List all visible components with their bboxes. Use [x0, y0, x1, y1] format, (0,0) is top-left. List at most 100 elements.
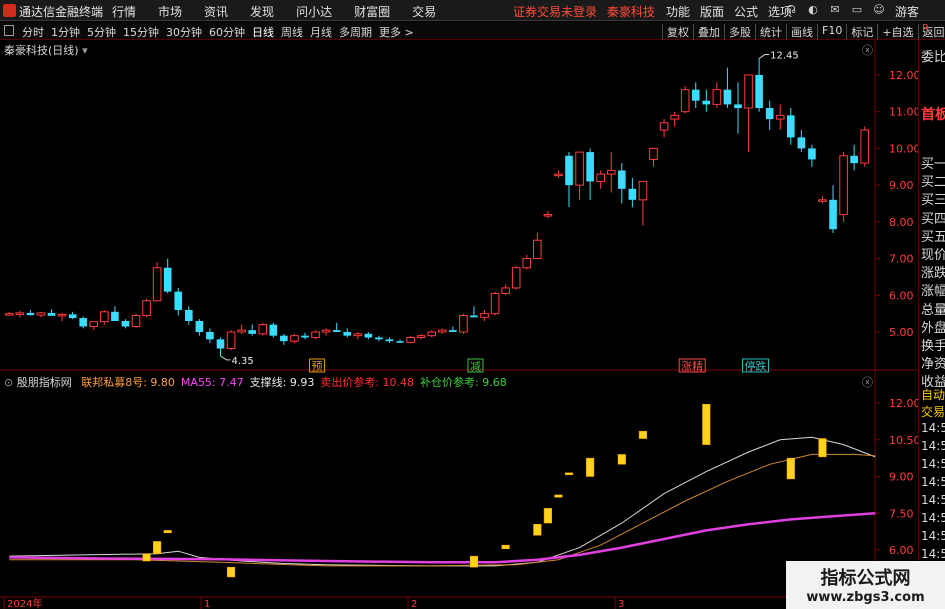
notice-trade-login[interactable]: 证券交易未登录 — [513, 5, 597, 19]
mail-icon[interactable]: ✉ — [824, 3, 846, 16]
candle-body — [47, 312, 56, 316]
candle-body — [216, 339, 225, 349]
tool-overlay[interactable]: 叠加 — [693, 24, 724, 40]
tick-time: 14:56 — [921, 439, 945, 453]
tab-more[interactable]: 更多 > — [379, 24, 414, 40]
candle-body — [353, 333, 363, 337]
indicator-bar — [227, 566, 236, 578]
candle-body — [744, 74, 753, 109]
watermark-url: www.zbgs3.com — [806, 590, 925, 605]
tool-draw-line[interactable]: 画线 — [786, 24, 817, 40]
menu-ask-xiaoda[interactable]: 问小达 — [296, 3, 332, 20]
candle-body — [68, 314, 77, 319]
main-tick-label: 12.00 — [889, 69, 918, 82]
candle-body — [321, 329, 331, 333]
menu-trade[interactable]: 交易 — [412, 3, 436, 20]
menu-market[interactable]: 市场 — [158, 3, 182, 20]
tab-daily[interactable]: 日线 — [252, 24, 274, 40]
indicator-bar — [786, 457, 795, 480]
indicator-bar — [617, 454, 626, 465]
skin-icon[interactable]: ◐ — [802, 3, 824, 16]
private-fund-line — [9, 453, 876, 567]
pane-close-icon[interactable]: ⓧ — [862, 42, 873, 58]
quote-weibi: 委比 — [921, 50, 945, 65]
menu-layout[interactable]: 版面 — [700, 3, 724, 20]
candle-body — [680, 89, 690, 113]
indicator-tick-label: 9.00 — [889, 471, 914, 484]
indicator-legend: 联邦私募8号: 9.80 MA55: 7.47 支撑线: 9.93 卖出价参考: 10… — [75, 376, 507, 389]
menu-bar: 通达信金融终端 行情 市场 资讯 发现 问小达 财富圈 交易 证券交易未登录 秦… — [0, 0, 945, 21]
candle-body — [79, 318, 88, 327]
chart-annotations: 12.45 4.35 预 减 涨精 停跌 — [220, 50, 799, 373]
tab-30min[interactable]: 30分钟 — [166, 24, 202, 40]
candle-body — [490, 292, 500, 315]
x-tick-label: 3 — [618, 599, 624, 609]
tab-intraday[interactable]: 分时 — [22, 24, 44, 40]
candle-body — [206, 332, 214, 340]
chat-icon[interactable]: ▭ — [846, 3, 868, 16]
tool-adjust[interactable]: 复权 — [662, 24, 693, 40]
high-pointer — [758, 53, 770, 59]
quote-row-label: 买五 — [921, 229, 945, 245]
indicator-close-icon[interactable]: ⓧ — [862, 374, 873, 390]
tool-mark[interactable]: 标记 — [846, 24, 877, 40]
quote-row-label: 外盘 — [921, 320, 945, 336]
event-tag-text: 停跌 — [745, 359, 767, 373]
tool-statistics[interactable]: 统计 — [755, 24, 786, 40]
indicator-tick-label: 7.50 — [889, 507, 914, 520]
support-line — [9, 436, 876, 567]
indicator-name[interactable]: 殷朋指标网 — [17, 376, 72, 389]
indicator-bar — [142, 553, 151, 562]
tab-monthly[interactable]: 月线 — [310, 24, 332, 40]
tool-multi-stock[interactable]: 多股 — [724, 24, 755, 40]
menu-discover[interactable]: 发现 — [250, 3, 274, 20]
event-tag-text: 预 — [312, 360, 323, 373]
side-r-label: R — [922, 23, 929, 34]
indicator-bar — [818, 438, 827, 458]
indicator-lines — [9, 436, 876, 567]
chart-area[interactable]: 12.00 11.00 10.00 9.00 8.00 7.00 6.00 5.00 12.0… — [0, 40, 918, 609]
candle-body — [670, 114, 679, 120]
user-icon[interactable]: ☺ — [868, 3, 890, 16]
tool-f10[interactable]: F10 — [817, 24, 846, 40]
candle-body — [712, 89, 722, 105]
tab-1min[interactable]: 1分钟 — [51, 24, 80, 40]
candle-body — [649, 147, 658, 160]
candle-body — [755, 75, 763, 109]
period-toolbar: 分时 1分钟 5分钟 15分钟 30分钟 60分钟 日线 周线 月线 多周期 更… — [0, 22, 945, 40]
low-pointer — [220, 355, 231, 361]
menu-function[interactable]: 功能 — [666, 3, 690, 20]
headset-icon[interactable]: ☊ — [780, 3, 802, 16]
legend-item: 卖出价参考: 10.48 — [320, 376, 415, 389]
indicator-collapse-icon[interactable]: ⊙ — [4, 376, 13, 389]
candle-body — [533, 239, 542, 260]
quote-row-label: 买二 — [921, 175, 945, 191]
panel-toggle-icon[interactable] — [4, 25, 14, 36]
login-notice[interactable]: 证券交易未登录 秦豪科技 — [513, 3, 661, 20]
menu-news[interactable]: 资讯 — [204, 3, 228, 20]
tool-add-watchlist[interactable]: +自选 — [877, 24, 917, 40]
indicator-bar — [501, 544, 510, 550]
candle-body — [470, 315, 478, 318]
menu-quotes[interactable]: 行情 — [112, 3, 136, 20]
candle-body — [480, 313, 489, 318]
indicator-bar — [533, 524, 542, 536]
x-axis: 2024年 1 2 3 — [3, 597, 624, 609]
candle-body — [691, 89, 700, 101]
indicator-tick-label: 12.00 — [889, 397, 918, 410]
tick-time: 14:56 — [921, 421, 945, 435]
candle-body — [818, 199, 827, 202]
menu-wealth-circle[interactable]: 财富圈 — [354, 3, 390, 20]
tab-5min[interactable]: 5分钟 — [87, 24, 116, 40]
tab-weekly[interactable]: 周线 — [281, 24, 303, 40]
tab-60min[interactable]: 60分钟 — [209, 24, 245, 40]
dropdown-icon[interactable]: ▾ — [82, 44, 88, 57]
auto-label: 自动 — [921, 388, 945, 402]
menu-formula[interactable]: 公式 — [734, 3, 758, 20]
candle-body — [775, 114, 785, 120]
guest-label[interactable]: 游客 — [895, 3, 919, 20]
ma55-line — [9, 512, 876, 564]
window-buttons: ☊ ◐ ✉ ▭ ☺ — [780, 3, 890, 16]
tab-15min[interactable]: 15分钟 — [123, 24, 159, 40]
tab-multi-period[interactable]: 多周期 — [339, 24, 372, 40]
